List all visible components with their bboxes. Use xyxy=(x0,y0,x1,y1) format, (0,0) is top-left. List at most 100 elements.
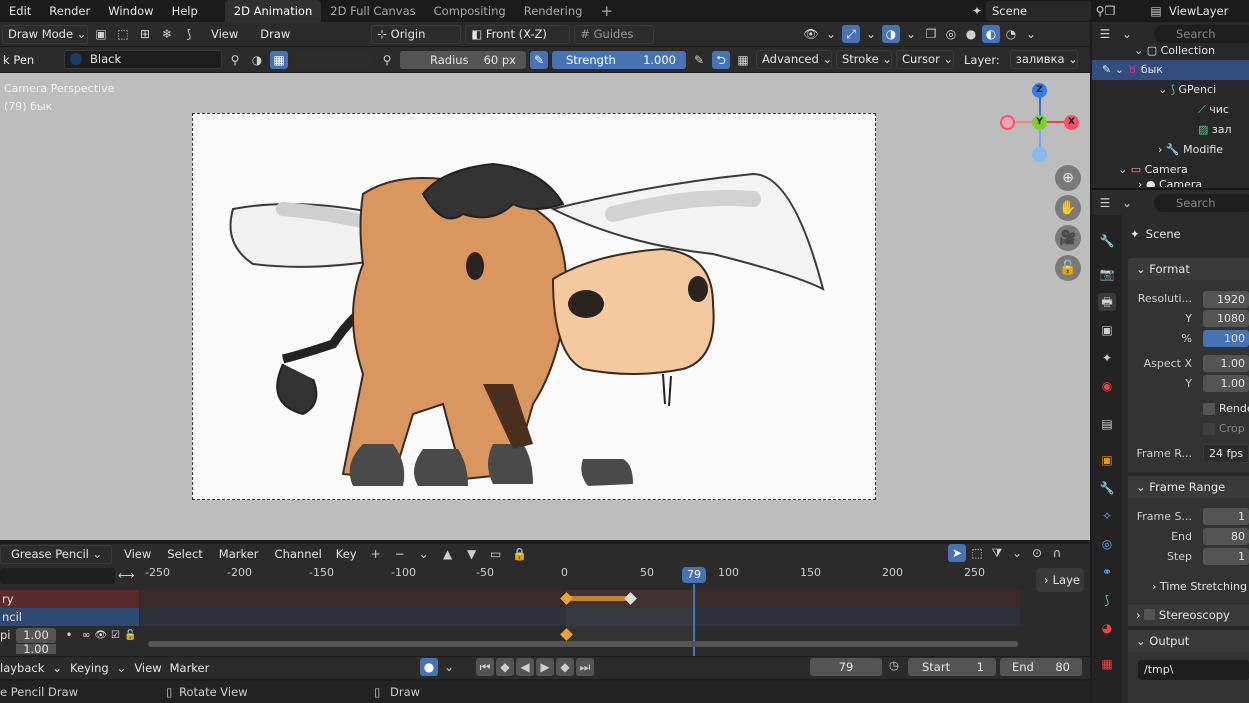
opacity-field[interactable]: 1.00 xyxy=(16,644,56,654)
tab-2d-full-canvas[interactable]: 2D Full Canvas xyxy=(321,0,424,22)
crop-checkbox[interactable] xyxy=(1203,423,1215,435)
prev-key-icon[interactable]: ◆ xyxy=(496,658,514,676)
output-path-field[interactable]: /tmp\ xyxy=(1138,660,1249,680)
play-icon[interactable]: ▶ xyxy=(536,658,554,676)
outliner-item-layer[interactable]: ⟋ чис xyxy=(1198,100,1229,120)
chevron-down-icon[interactable]: ⌄ xyxy=(440,658,458,676)
pin-icon[interactable]: ⚲ xyxy=(378,51,396,69)
camera-icon[interactable]: 🎥 xyxy=(1055,225,1081,251)
proportional-icon[interactable]: ⊙ xyxy=(1028,544,1046,562)
checkbox-icon[interactable]: ☑ xyxy=(111,630,120,641)
filter-icon[interactable]: ⧩ xyxy=(988,544,1006,562)
frame-rate-dropdown[interactable]: 24 fps xyxy=(1203,444,1249,463)
next-key-icon[interactable]: ◆ xyxy=(556,658,574,676)
radius-field[interactable]: Radius 60 px xyxy=(400,50,526,69)
texture-tab-icon[interactable]: ▦ xyxy=(1098,655,1116,673)
navigation-gizmo[interactable]: Z Y X xyxy=(1000,80,1085,165)
outliner-item-camera[interactable]: ⌄ ▭ Camera xyxy=(1118,160,1188,180)
resolution-x-field[interactable]: 1920 xyxy=(1203,291,1249,308)
multiframe-icon[interactable]: ⊞ xyxy=(136,25,154,43)
keying-menu[interactable]: Keying xyxy=(70,661,109,675)
chevron-down-icon[interactable]: ⌄ xyxy=(415,545,433,563)
aspect-x-field[interactable]: 1.00 xyxy=(1203,355,1249,372)
resolution-y-field[interactable]: 1080 xyxy=(1203,310,1249,327)
lock-icon[interactable]: 🔓 xyxy=(1055,255,1081,281)
menu-help[interactable]: Help xyxy=(163,0,207,22)
editor-type-icon[interactable]: ☰ xyxy=(1096,194,1114,212)
stabilize-icon[interactable]: ⮌ xyxy=(712,50,730,69)
playback-menu[interactable]: layback xyxy=(0,661,44,675)
stroke-dropdown[interactable]: Stroke ⌄ xyxy=(836,50,892,69)
gizmo-neg-z[interactable] xyxy=(1032,147,1047,162)
channel-row[interactable]: ry xyxy=(0,590,139,608)
rendered-icon[interactable]: ◔ xyxy=(1002,25,1020,43)
world-tab-icon[interactable]: ◉ xyxy=(1098,377,1116,395)
frame-step-field[interactable]: 1 xyxy=(1203,548,1249,565)
origin-dropdown[interactable]: ⊹ Origin xyxy=(371,24,462,44)
render-tab-icon[interactable]: 📷 xyxy=(1098,265,1116,283)
start-frame-field[interactable]: Start 1 xyxy=(908,658,996,676)
scene-selector[interactable]: ✦ Scene ⚲ xyxy=(968,1,1109,21)
play-reverse-icon[interactable]: ◀ xyxy=(516,658,534,676)
timeline-view-menu[interactable]: View xyxy=(134,661,161,675)
guides-toggle[interactable]: # Guides xyxy=(574,24,655,44)
display-icon[interactable]: ▭ xyxy=(487,545,505,563)
chevron-down-icon[interactable]: ⌄ xyxy=(902,25,920,43)
remove-layer-icon[interactable]: − xyxy=(391,545,409,563)
frame-start-field[interactable]: 1 xyxy=(1203,508,1249,525)
lock-icon[interactable]: 🔒 xyxy=(511,545,529,563)
curve-falloff-icon[interactable]: ∩ xyxy=(1048,544,1066,562)
outliner-item-layer[interactable]: ▨ зал xyxy=(1198,120,1232,140)
scene-tab-icon[interactable]: ✦ xyxy=(1098,349,1116,367)
output-tab-icon[interactable]: 🖶 xyxy=(1098,293,1116,311)
end-frame-field[interactable]: End 80 xyxy=(1000,658,1082,676)
effects-tab-icon[interactable]: ✧ xyxy=(1098,507,1116,525)
opacity-field[interactable]: 1.00 xyxy=(16,627,56,643)
ds-menu-view[interactable]: View xyxy=(118,547,157,561)
editor-type-icon[interactable]: ☰ xyxy=(1096,25,1114,43)
mode-dropdown[interactable]: Draw Mode ⌄ xyxy=(2,24,88,44)
solid-icon[interactable]: ● xyxy=(962,25,980,43)
channel-row[interactable]: 1.00 xyxy=(0,644,139,654)
gizmo-z-axis[interactable]: Z xyxy=(1032,83,1047,98)
wireframe-icon[interactable]: ◎ xyxy=(942,25,960,43)
frame-end-field[interactable]: 80 xyxy=(1203,528,1249,545)
tool-tab-icon[interactable]: 🔧 xyxy=(1098,232,1116,250)
object-tab-icon[interactable]: ▣ xyxy=(1098,451,1116,469)
camera-frame[interactable] xyxy=(192,113,876,500)
chevron-down-icon[interactable]: ⌄ xyxy=(822,25,840,43)
channel-row[interactable]: ncil xyxy=(0,608,139,626)
gizmo-neg-x[interactable] xyxy=(1000,115,1015,130)
color-mode-icon[interactable]: ◑ xyxy=(248,51,266,69)
format-panel-header[interactable]: ⌄ Format xyxy=(1128,258,1249,280)
gizmo-y-axis[interactable]: Y xyxy=(1032,115,1047,130)
cursor-dropdown[interactable]: Cursor ⌄ xyxy=(896,50,954,69)
copy-icon[interactable]: ❐ xyxy=(1101,2,1119,20)
ds-menu-select[interactable]: Select xyxy=(163,547,206,561)
outliner-item-camera-data[interactable]: › ● Camera xyxy=(1138,178,1202,187)
select-all-icon[interactable]: ▣ xyxy=(92,25,110,43)
chevron-down-icon[interactable]: ⌄ xyxy=(1008,544,1026,562)
menu-render[interactable]: Render xyxy=(40,0,99,22)
visibility-icon[interactable]: 👁 xyxy=(802,25,820,43)
pressure-strength-icon[interactable]: ✎ xyxy=(690,51,708,69)
view-layer-name[interactable]: ViewLayer xyxy=(1165,1,1228,21)
viewlayer-selector[interactable]: ❐ ▤ ViewLayer xyxy=(1101,1,1229,21)
vertex-color-icon[interactable]: ▦ xyxy=(270,50,288,69)
dot-icon[interactable]: • xyxy=(60,626,78,644)
add-workspace-button[interactable]: + xyxy=(591,0,622,22)
select-stroke-icon[interactable]: ⬚ xyxy=(114,25,132,43)
ds-menu-key[interactable]: Key xyxy=(332,547,361,561)
curve-icon[interactable]: ⟆ xyxy=(180,25,198,43)
lock-icon[interactable]: 🔓 xyxy=(124,630,136,641)
layers-sidebar-tab[interactable]: › Laye xyxy=(1036,568,1084,592)
chevron-down-icon[interactable]: ⌄ xyxy=(862,25,880,43)
layer-dropdown[interactable]: заливка ⌄ xyxy=(1009,50,1078,69)
eye-icon[interactable]: 👁 xyxy=(94,630,107,641)
snowflake-icon[interactable]: ❄ xyxy=(158,25,176,43)
channel-row[interactable]: pi 1.00 • ∞ 👁 ☑ 🔓 xyxy=(0,626,139,644)
add-layer-icon[interactable]: + xyxy=(367,545,385,563)
mask-icon[interactable]: ▦ xyxy=(734,51,752,69)
current-frame-indicator[interactable]: 79 xyxy=(682,567,706,583)
overlay-icon[interactable]: ◑ xyxy=(882,25,900,43)
